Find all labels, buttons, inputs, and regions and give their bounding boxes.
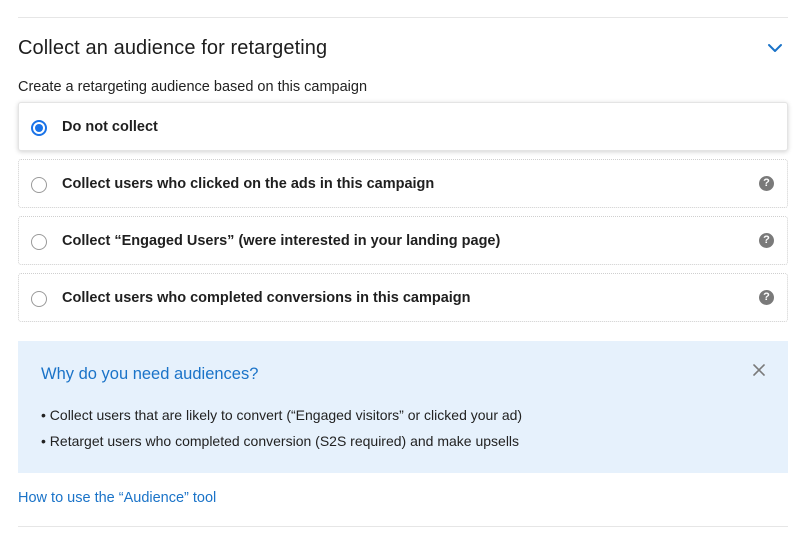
audience-tool-help-link[interactable]: How to use the “Audience” tool <box>18 490 216 506</box>
option-label: Collect users who clicked on the ads in … <box>62 176 435 192</box>
option-collect-engaged[interactable]: Collect “Engaged Users” (were interested… <box>18 216 788 265</box>
info-title: Why do you need audiences? <box>41 365 259 383</box>
info-banner: Why do you need audiences? Collect users… <box>18 341 788 473</box>
section-subtitle: Create a retargeting audience based on t… <box>18 79 368 95</box>
option-do-not-collect[interactable]: Do not collect <box>18 102 788 151</box>
info-list-item: Collect users that are likely to convert… <box>41 402 522 428</box>
question-circle-icon[interactable]: ? <box>759 233 774 248</box>
chevron-down-icon[interactable] <box>766 41 784 55</box>
option-collect-conversions[interactable]: Collect users who completed conversions … <box>18 273 788 322</box>
option-label: Collect users who completed conversions … <box>62 290 471 306</box>
section-header[interactable]: Collect an audience for retargeting <box>18 35 788 65</box>
radio-button[interactable] <box>31 177 47 193</box>
radio-button[interactable] <box>31 120 47 136</box>
radio-button[interactable] <box>31 234 47 250</box>
close-icon[interactable] <box>752 363 766 377</box>
option-collect-clicked[interactable]: Collect users who clicked on the ads in … <box>18 159 788 208</box>
info-list-item: Retarget users who completed conversion … <box>41 428 522 454</box>
question-circle-icon[interactable]: ? <box>759 290 774 305</box>
radio-button[interactable] <box>31 291 47 307</box>
option-label: Collect “Engaged Users” (were interested… <box>62 233 501 249</box>
bottom-divider <box>18 526 788 527</box>
question-circle-icon[interactable]: ? <box>759 176 774 191</box>
option-label: Do not collect <box>62 119 158 135</box>
section-title: Collect an audience for retargeting <box>18 37 328 59</box>
info-list: Collect users that are likely to convert… <box>41 402 522 454</box>
top-divider <box>18 17 788 18</box>
